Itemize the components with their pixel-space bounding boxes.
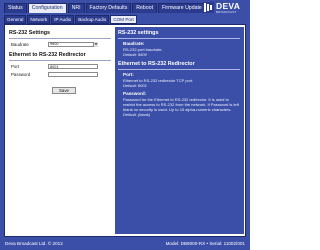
subtab-backup-audio[interactable]: Backup Audio [75, 15, 110, 24]
section-divider [9, 60, 111, 61]
tab-status[interactable]: Status [4, 3, 27, 13]
redirector-title: Ethernet to RS-232 Redirector [9, 52, 86, 58]
baudrate-select[interactable]: 9600 [48, 42, 98, 47]
content-area: RS-232 Settings Baudrate 9600 Ethernet t… [4, 24, 246, 237]
footer-copyright: Deva Broadcast Ltd. © 2012 [5, 241, 63, 246]
tab-factory-defaults[interactable]: Factory Defaults [85, 3, 132, 13]
subtab-network[interactable]: Network [27, 15, 51, 24]
help-password-default: Default: (blank) [123, 112, 151, 117]
sub-navigation: General Network IP Audio Backup Audio CO… [4, 15, 137, 24]
footer: Deva Broadcast Ltd. © 2012 Model: DB9000… [0, 238, 250, 250]
subtab-ip-audio[interactable]: IP Audio [51, 15, 75, 24]
subtab-com-port[interactable]: COM Port [110, 15, 137, 24]
help-divider [118, 69, 240, 70]
help-port-heading: Port: [123, 72, 134, 77]
help-port-text: Ethernet to RS-232 redirector TCP port. … [123, 78, 239, 88]
help-port-default: Default: 8001 [123, 83, 147, 88]
baudrate-label: Baudrate [11, 42, 29, 47]
port-input[interactable] [48, 64, 98, 69]
tab-nri[interactable]: NRI [67, 3, 85, 13]
tab-firmware-update[interactable]: Firmware Update [158, 3, 206, 13]
settings-form: RS-232 Settings Baudrate 9600 Ethernet t… [7, 27, 113, 234]
help-title: RS-232 settings [118, 30, 159, 36]
app-frame: Status Configuration NRI Factory Default… [0, 0, 250, 250]
footer-device-info: Model: DB9000-RX • Serial: 11002/001 [165, 241, 245, 246]
help-redirector-title: Ethernet to RS-232 Redirector [118, 61, 195, 67]
baudrate-value: 9600 [48, 42, 98, 47]
top-navigation: Status Configuration NRI Factory Default… [4, 3, 206, 13]
help-panel: RS-232 settings Baudrate: RS-232 port ba… [115, 27, 244, 234]
tab-reboot[interactable]: Reboot [132, 3, 158, 13]
help-baudrate-default: Default: 9600 [123, 52, 147, 57]
section-divider [9, 38, 111, 39]
help-divider [118, 38, 240, 39]
help-baudrate-heading: Baudrate: [123, 41, 145, 46]
help-baudrate-text: RS-232 port baudrate. Default: 9600 [123, 47, 239, 57]
help-password-heading: Password: [123, 91, 147, 96]
help-password-text: Password for the Ethernet to RS-232 redi… [123, 97, 239, 117]
password-label: Password [11, 72, 31, 77]
deva-logo-icon [203, 2, 214, 13]
logo-subtitle: BROADCAST [216, 10, 237, 14]
help-password-description: Password for the Ethernet to RS-232 redi… [123, 97, 239, 112]
deva-logo: DEVA BROADCAST [203, 1, 247, 15]
tab-configuration[interactable]: Configuration [27, 3, 67, 13]
password-input[interactable] [48, 72, 98, 77]
rs232-settings-title: RS-232 Settings [9, 30, 51, 36]
port-label: Port [11, 64, 20, 69]
chevron-down-icon[interactable] [93, 42, 98, 47]
save-button[interactable]: Save [52, 87, 76, 94]
subtab-general[interactable]: General [4, 15, 27, 24]
